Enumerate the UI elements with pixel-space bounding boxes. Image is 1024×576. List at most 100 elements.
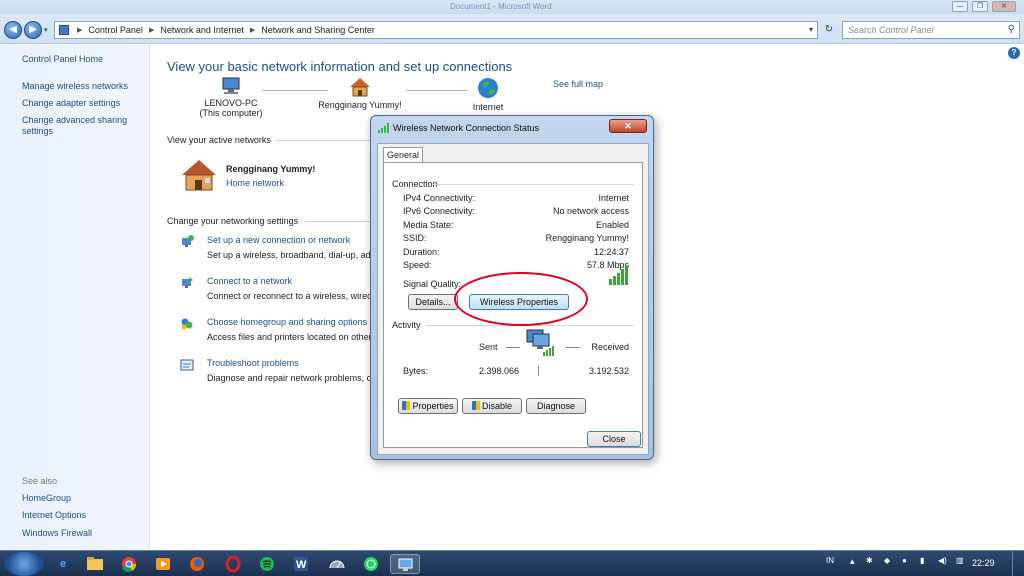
connect-network-icon [182, 277, 193, 288]
chevron-right-icon[interactable]: ▶ [149, 26, 154, 34]
computer-icon [222, 77, 240, 94]
opera-icon[interactable] [222, 554, 244, 574]
home-network-icon [182, 160, 216, 191]
window-title-bar: Document1 - Microsoft Word — ❐ ✕ [0, 0, 1024, 14]
computer-sub: (This computer) [199, 108, 263, 118]
diagnose-button[interactable]: Diagnose [526, 398, 586, 414]
tray-expand-icon[interactable]: ▴ [850, 556, 855, 567]
start-button[interactable] [4, 552, 44, 576]
homegroup-options-link[interactable]: Choose homegroup and sharing options [207, 317, 367, 327]
explorer-icon[interactable] [84, 554, 106, 574]
chevron-right-icon[interactable]: ▶ [250, 26, 255, 34]
section-divider [305, 221, 370, 222]
ipv6-label: IPv6 Connectivity: [403, 206, 476, 216]
taskbar: e W IN ▴ ✱ ◆ ● ▮ ◀) ▥ 22:29 [0, 550, 1024, 576]
see-full-map-link[interactable]: See full map [553, 79, 603, 89]
ipv4-label: IPv4 Connectivity: [403, 193, 476, 203]
whatsapp-icon[interactable] [360, 554, 382, 574]
homegroup-link[interactable]: HomeGroup [22, 493, 71, 504]
group-divider [432, 184, 634, 185]
network-name: Rengginang Yummy! [318, 100, 402, 110]
duration-label: Duration: [403, 247, 440, 257]
globe-icon [478, 78, 498, 98]
volume-icon[interactable]: ◀) [938, 556, 947, 565]
setup-connection-link[interactable]: Set up a new connection or network [207, 235, 350, 245]
spotify-icon[interactable] [256, 554, 278, 574]
help-icon[interactable]: ? [1008, 47, 1020, 59]
properties-label: Properties [412, 401, 454, 411]
word-icon[interactable]: W [290, 554, 312, 574]
shield-icon [471, 401, 480, 410]
homegroup-options-desc: Access files and printers located on oth… [207, 332, 372, 342]
change-adapter-link[interactable]: Change adapter settings [22, 98, 120, 109]
chevron-right-icon[interactable]: ▶ [77, 26, 82, 34]
back-button[interactable]: ◀ [4, 21, 22, 39]
internet-node: Internet [460, 76, 516, 112]
see-also-label: See also [22, 476, 58, 486]
forward-button[interactable]: ▶ [24, 21, 42, 39]
troubleshoot-link[interactable]: Troubleshoot problems [207, 358, 299, 368]
search-placeholder: Search Control Panel [848, 25, 934, 35]
breadcrumb-network-internet[interactable]: Network and Internet [160, 25, 244, 35]
media-state-label: Media State: [403, 220, 454, 230]
speed-icon[interactable] [326, 554, 348, 574]
manage-wireless-link[interactable]: Manage wireless networks [22, 81, 128, 92]
network-type-link[interactable]: Home network [226, 178, 284, 188]
ipv4-value: Internet [598, 193, 629, 203]
network-tray-icon[interactable]: ▥ [956, 556, 964, 565]
tray-app-icon[interactable]: ● [902, 556, 907, 565]
refresh-button[interactable]: ↻ [820, 23, 838, 37]
window-title: Document1 - Microsoft Word [450, 2, 552, 11]
breadcrumb-control-panel[interactable]: Control Panel [88, 25, 143, 35]
ie-icon[interactable]: e [52, 554, 74, 574]
change-settings-header: Change your networking settings [167, 216, 299, 226]
home-icon [350, 78, 370, 97]
windows-firewall-link[interactable]: Windows Firewall [22, 528, 92, 539]
computer-name: LENOVO-PC [204, 98, 258, 108]
bluetooth-icon[interactable]: ✱ [866, 556, 873, 565]
tray-app-icon[interactable]: ◆ [884, 556, 890, 565]
close-window-button[interactable]: ✕ [992, 1, 1016, 12]
setup-connection-desc: Set up a wireless, broadband, dial-up, a… [207, 250, 371, 260]
close-button[interactable]: Close [587, 431, 641, 447]
dialog-close-button[interactable]: ✕ [609, 119, 647, 133]
tab-general[interactable]: General [383, 147, 423, 163]
language-indicator[interactable]: IN [826, 556, 834, 565]
bytes-label: Bytes: [403, 366, 429, 376]
shield-icon [402, 401, 411, 410]
show-desktop-button[interactable] [1012, 551, 1024, 576]
maximize-button[interactable]: ❐ [972, 1, 988, 12]
signal-strength-icon [609, 265, 628, 285]
activity-line [566, 347, 580, 348]
firefox-icon[interactable] [186, 554, 208, 574]
speed-label: Speed: [403, 260, 432, 270]
disable-button[interactable]: Disable [462, 398, 522, 414]
advanced-sharing-link[interactable]: Change advanced sharing settings [22, 115, 137, 137]
search-icon[interactable]: ⚲ [1008, 24, 1015, 35]
minimize-button[interactable]: — [952, 1, 968, 12]
network-window-icon[interactable] [390, 554, 420, 574]
activity-line [506, 347, 520, 348]
internet-options-link[interactable]: Internet Options [22, 510, 86, 521]
properties-button[interactable]: Properties [398, 398, 458, 414]
ipv6-value: No network access [552, 206, 629, 216]
chevron-down-icon[interactable]: ▾ [809, 25, 813, 34]
chrome-icon[interactable] [118, 554, 140, 574]
breadcrumb-sharing-center[interactable]: Network and Sharing Center [261, 25, 375, 35]
search-input[interactable]: Search Control Panel ⚲ [842, 21, 1020, 39]
media-state-value: Enabled [595, 220, 629, 230]
recent-pages-dropdown[interactable]: ▾ [44, 26, 48, 34]
breadcrumb[interactable]: ▶ Control Panel ▶ Network and Internet ▶… [54, 21, 818, 39]
clock[interactable]: 22:29 [972, 558, 995, 568]
details-button[interactable]: Details... [408, 294, 458, 310]
bytes-divider [538, 366, 539, 376]
bytes-received-value: 3.192.532 [588, 366, 629, 376]
connect-network-desc: Connect or reconnect to a wireless, wire… [207, 291, 373, 301]
control-panel-home-link[interactable]: Control Panel Home [22, 54, 103, 65]
media-icon[interactable] [152, 554, 174, 574]
battery-icon[interactable]: ▮ [920, 556, 924, 565]
computer-node: LENOVO-PC (This computer) [194, 76, 268, 118]
connect-network-link[interactable]: Connect to a network [207, 276, 292, 286]
homegroup-icon [181, 318, 193, 330]
connection-group-label: Connection [392, 179, 438, 189]
